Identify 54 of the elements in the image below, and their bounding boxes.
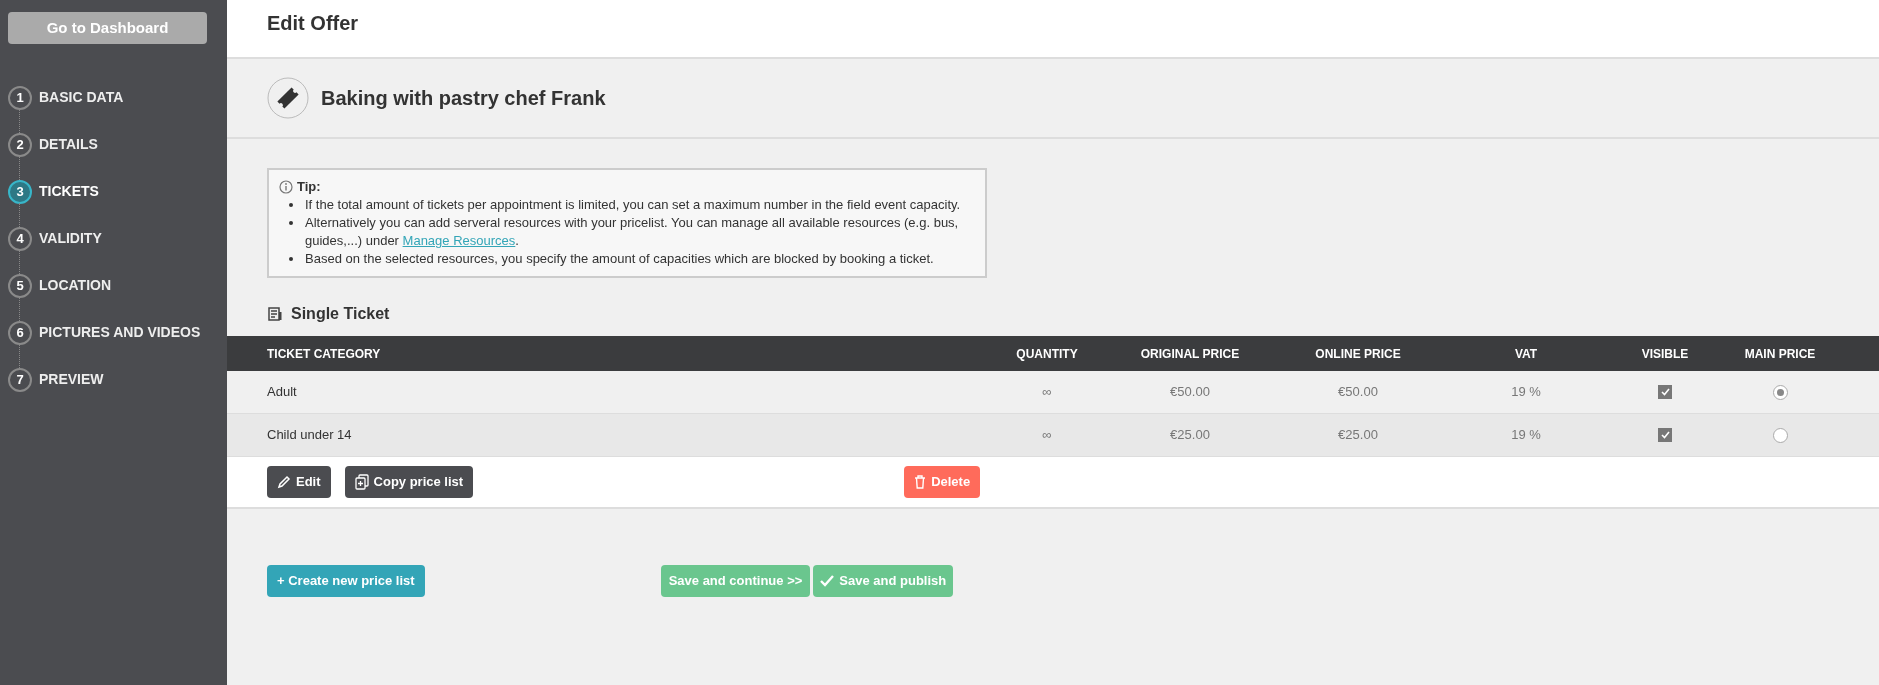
tip-text: If the total amount of tickets per appointment is limited, you can set a maximum number in the field event capacity. [305,196,961,214]
table-cell-text: Child under 14 [266,426,353,445]
offer-title: Baking with pastry chef Frank [321,86,606,111]
visible-checkbox[interactable] [1658,385,1672,399]
step-link[interactable]: DETAILS [39,134,98,155]
step-link[interactable]: PICTURES AND VIDEOS [39,322,201,343]
step-number: 5 [8,273,32,298]
step-number: 7 [8,367,32,392]
table-cell-text: €25.00 [1169,426,1211,445]
main-price-radio[interactable] [1772,384,1788,400]
column-header: VISIBLE [1640,345,1690,363]
column-header: QUANTITY [1015,345,1079,363]
column-header: VAT [1513,345,1539,363]
info-icon [279,180,293,194]
step-number: 3 [8,179,32,204]
check-icon [820,575,835,587]
table-cell-text: ∞ [1041,426,1053,445]
step-link[interactable]: TICKETS [39,181,99,202]
step-number: 6 [8,320,32,345]
step-link[interactable]: BASIC DATA [39,87,124,108]
column-header: ORIGINAL PRICE [1139,345,1241,363]
visible-checkbox[interactable] [1658,428,1672,442]
step-number: 1 [8,85,32,110]
pencil-icon [277,475,291,489]
tip-text: Based on the selected resources, you specify the amount of capacities which are blocked by booking a ticket. [305,250,934,268]
main-price-radio[interactable] [1772,427,1788,443]
step-link[interactable]: LOCATION [39,275,112,296]
column-header: ONLINE PRICE [1314,345,1402,363]
table-cell-text: €25.00 [1337,426,1379,445]
list-icon [267,306,283,322]
price-list-title: Single Ticket [291,304,390,324]
tip-text: Alternatively you can add serveral resources with your pricelist. You can manage all available resources (e.g. bus, guides,...) under Manage Resources. [305,214,960,250]
tip-title: Tip: [297,178,321,196]
bullet-icon [289,203,293,207]
table-cell-text: Adult [266,383,298,402]
bullet-icon [289,221,293,225]
step-number: 4 [8,226,32,251]
column-header: MAIN PRICE [1743,345,1817,363]
ticket-icon [267,77,309,119]
copy-price-list-button[interactable]: Copy price list [344,466,474,498]
table-cell-text: €50.00 [1337,383,1379,402]
trash-icon [914,475,927,489]
table-cell-text: 19 % [1510,426,1542,445]
step-link[interactable]: VALIDITY [39,228,102,249]
step-number: 2 [8,132,32,157]
bullet-icon [289,257,293,261]
page-title: Edit Offer [267,11,359,36]
table-cell-text: 19 % [1510,383,1542,402]
edit-button[interactable]: Edit [267,466,331,498]
table-cell-text: ∞ [1041,383,1053,402]
step-link[interactable]: PREVIEW [39,369,104,390]
column-header: TICKET CATEGORY [266,345,382,363]
copy-icon [354,474,369,490]
table-cell-text: €50.00 [1169,383,1211,402]
